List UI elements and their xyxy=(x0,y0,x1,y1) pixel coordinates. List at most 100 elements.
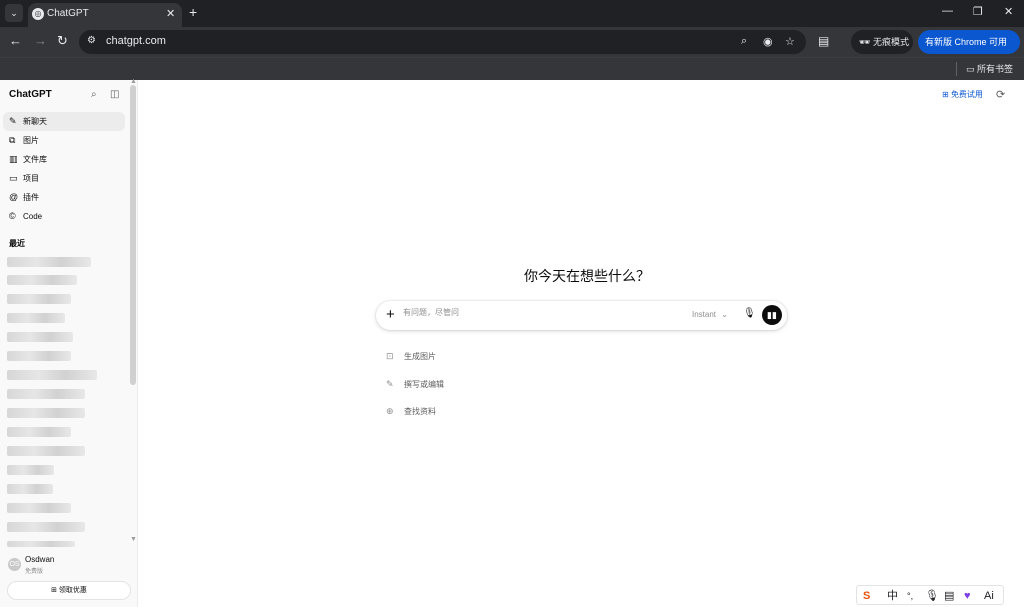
reading-list-icon[interactable]: ▤ xyxy=(818,34,829,48)
history-item[interactable] xyxy=(7,465,54,475)
sidebar-toggle-icon[interactable]: ◫ xyxy=(110,89,119,100)
history-item[interactable] xyxy=(7,257,91,267)
user-name: Osdwan xyxy=(25,555,55,564)
incognito-icon: 🕶 xyxy=(859,37,871,47)
close-window-icon[interactable]: ✕ xyxy=(1004,5,1013,18)
ime-mic-icon[interactable]: 🎙 xyxy=(925,589,939,603)
restore-icon[interactable]: ❐ xyxy=(973,5,983,18)
suggestion-generate-image[interactable]: ⊡ 生成图片 xyxy=(386,351,436,362)
history-item[interactable] xyxy=(7,370,97,380)
zoom-icon[interactable]: ⌕ xyxy=(741,35,747,48)
back-button[interactable]: ← xyxy=(9,34,22,48)
suggestion-write-edit[interactable]: ✎ 撰写或编辑 xyxy=(386,379,444,390)
all-bookmarks-button[interactable]: ▭ 所有书签 xyxy=(966,62,1013,75)
reload-button[interactable]: ↻ xyxy=(57,34,68,48)
sidebar-item-projects[interactable]: ▭ 项目 xyxy=(3,169,125,188)
sidebar-item-label: 图片 xyxy=(23,136,39,145)
add-attachment-button[interactable]: + xyxy=(386,306,395,323)
scroll-up-icon[interactable]: ▲ xyxy=(130,78,137,85)
history-item[interactable] xyxy=(7,446,85,456)
sidebar-item-plugins[interactable]: @ 插件 xyxy=(3,188,125,207)
history-item[interactable] xyxy=(7,522,85,532)
sidebar-item-library[interactable]: ▥ 文件库 xyxy=(3,150,125,169)
history-item[interactable] xyxy=(7,408,85,418)
history-item[interactable] xyxy=(7,275,77,285)
sidebar-scrollbar[interactable] xyxy=(130,85,136,385)
history-item[interactable] xyxy=(7,351,71,361)
browser-tab-bar: ⌄ ◎ ChatGPT ✕ + — ❐ ✕ xyxy=(0,0,1024,27)
sidebar-item-label: 项目 xyxy=(23,174,39,183)
sidebar-item-label: Code xyxy=(23,212,43,221)
address-bar[interactable]: ⚙ chatgpt.com ⌕ ◉ ☆ xyxy=(79,30,806,54)
new-tab-button[interactable]: + xyxy=(189,5,197,19)
history-item[interactable] xyxy=(7,313,65,323)
temporary-chat-icon[interactable]: ⟳ xyxy=(996,88,1005,101)
globe-icon: ⊕ xyxy=(386,406,394,416)
bookmarks-bar: ▭ 所有书签 xyxy=(0,57,1024,80)
history-item[interactable] xyxy=(7,427,71,437)
incognito-badge[interactable]: 🕶 无痕模式 xyxy=(851,30,913,54)
suggestion-label: 撰写或编辑 xyxy=(404,380,444,389)
gift-icon: ⊞ xyxy=(942,90,949,99)
ime-punctuation-toggle[interactable]: °, xyxy=(907,589,913,603)
chatgpt-favicon-icon: ◎ xyxy=(32,8,44,20)
gift-icon: ⊞ xyxy=(51,587,57,594)
sidebar-brand[interactable]: ChatGPT xyxy=(9,89,52,100)
claim-offer-button[interactable]: ⊞ 领取优惠 xyxy=(7,581,131,600)
ime-language-toggle[interactable]: 中 xyxy=(887,589,898,603)
ime-keyboard-icon[interactable]: ▤ xyxy=(944,589,954,603)
sidebar-item-label: 新聊天 xyxy=(23,117,47,126)
folder-icon: ▭ xyxy=(966,64,975,74)
all-bookmarks-label: 所有书签 xyxy=(977,64,1014,74)
update-chrome-button[interactable]: 有新版 Chrome 可用 ⋮ xyxy=(918,30,1020,71)
sidebar-item-new-chat[interactable]: ✎ 新聊天 xyxy=(3,112,125,131)
pencil-icon: ✎ xyxy=(386,379,394,389)
model-selector[interactable]: Instant ⌄ xyxy=(692,310,728,319)
sidebar-item-images[interactable]: ⧉ 图片 xyxy=(3,131,125,150)
sidebar-item-code[interactable]: © Code xyxy=(3,207,125,226)
history-item[interactable] xyxy=(7,294,71,304)
tab-close-icon[interactable]: ✕ xyxy=(166,7,175,20)
mic-icon[interactable]: 🎙 xyxy=(743,308,756,319)
user-plan: 免费版 xyxy=(25,569,44,575)
model-label: Instant xyxy=(692,310,717,319)
ime-ai-button[interactable]: Ai xyxy=(984,589,994,603)
at-icon: @ xyxy=(9,192,19,202)
site-info-icon[interactable]: ⚙ xyxy=(87,35,96,46)
bookmark-star-icon[interactable]: ☆ xyxy=(785,35,795,48)
browser-toolbar: ← → ↻ ⚙ chatgpt.com ⌕ ◉ ☆ ▤ 🕶 无痕模式 有新版 C… xyxy=(0,27,1024,71)
update-label: 有新版 Chrome 可用 xyxy=(925,37,1008,47)
tab-search-icon[interactable]: ⌄ xyxy=(5,4,23,22)
composer: + Instant ⌄ 🎙 ▮▮ xyxy=(376,301,787,330)
history-item[interactable] xyxy=(7,503,71,513)
user-profile[interactable]: OS Osdwan 免费版 xyxy=(7,555,133,575)
main-panel: ⊞ 免费试用 ⟳ 你今天在想些什么？ + Instant ⌄ 🎙 ▮▮ ⊡ 生成图… xyxy=(139,80,1024,607)
history-item[interactable] xyxy=(7,389,85,399)
prompt-input[interactable] xyxy=(403,308,673,317)
history-item[interactable] xyxy=(7,541,75,547)
ime-toolbar: S 中 °, 🎙 ▤ ♥ Ai xyxy=(856,585,1004,605)
eye-off-icon[interactable]: ◉ xyxy=(763,35,773,48)
history-item[interactable] xyxy=(7,484,53,494)
incognito-label: 无痕模式 xyxy=(872,37,909,47)
minimize-icon[interactable]: — xyxy=(942,5,953,17)
edit-icon: ✎ xyxy=(9,116,17,126)
search-icon[interactable]: ⌕ xyxy=(91,89,97,100)
recent-heading: 最近 xyxy=(9,239,25,248)
voice-mode-button[interactable]: ▮▮ xyxy=(762,305,782,325)
scroll-down-icon[interactable]: ▼ xyxy=(130,536,137,543)
waveform-icon: ▮▮ xyxy=(767,310,777,320)
history-item[interactable] xyxy=(7,332,73,342)
image-icon: ⊡ xyxy=(386,351,394,361)
suggestion-research[interactable]: ⊕ 查找资料 xyxy=(386,406,436,417)
tab-title: ChatGPT xyxy=(47,8,89,19)
code-icon: © xyxy=(9,211,16,221)
address-url[interactable]: chatgpt.com xyxy=(106,35,166,47)
free-trial-button[interactable]: ⊞ 免费试用 xyxy=(942,89,983,100)
forward-button[interactable]: → xyxy=(34,34,47,48)
browser-tab[interactable]: ◎ ChatGPT ✕ xyxy=(28,3,182,27)
suggestion-label: 生成图片 xyxy=(404,352,436,361)
ime-skin-icon[interactable]: ♥ xyxy=(964,589,971,603)
sogou-logo-icon[interactable]: S xyxy=(863,589,870,603)
free-trial-label: 免费试用 xyxy=(950,90,983,99)
